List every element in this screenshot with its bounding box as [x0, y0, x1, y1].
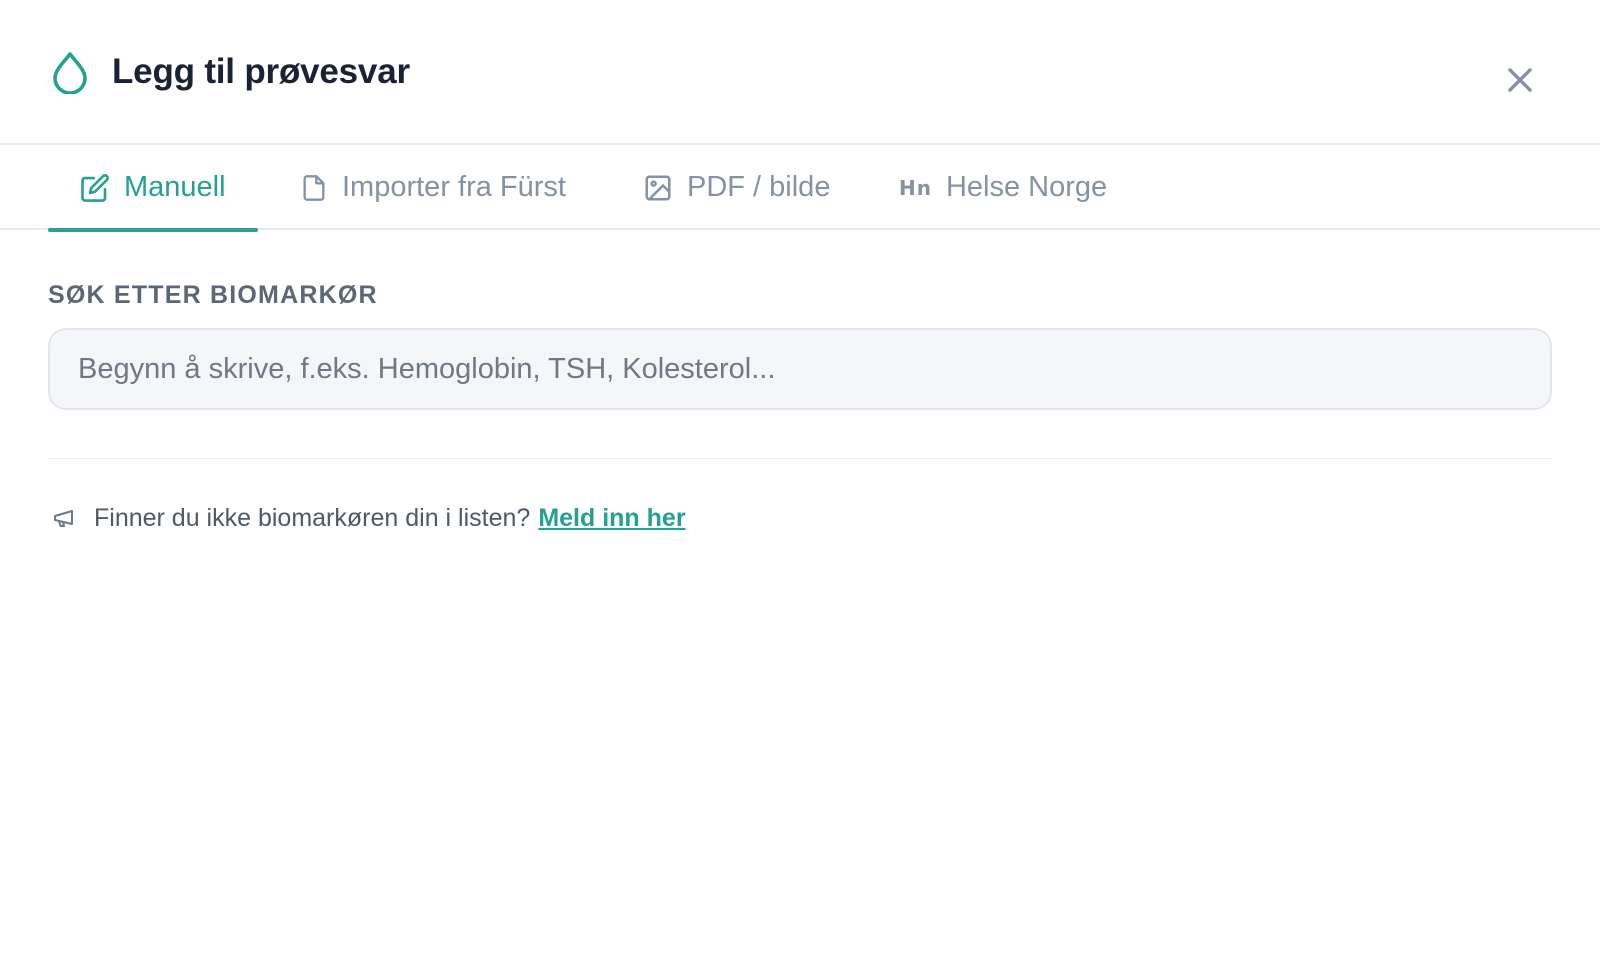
close-icon — [1508, 68, 1532, 92]
modal-title: Legg til prøvesvar — [112, 52, 410, 91]
report-biomarker-link[interactable]: Meld inn her — [538, 504, 685, 533]
tab-pdf-bilde[interactable]: PDF / bilde — [643, 145, 830, 230]
hn-logo-icon: Hn — [899, 175, 932, 200]
tab-label: Importer fra Fürst — [342, 171, 566, 203]
close-button[interactable] — [1498, 58, 1542, 102]
tab-label: PDF / bilde — [687, 171, 831, 203]
megaphone-icon — [52, 507, 78, 529]
note-text: Finner du ikke biomarkøren din i listen? — [94, 503, 531, 532]
tab-manuell[interactable]: Manuell — [48, 145, 258, 232]
file-icon — [300, 172, 328, 204]
tab-bar: Manuell Importer fra Fürst PDF / bilde H… — [0, 145, 1600, 232]
add-test-result-modal: Legg til prøvesvar Manuell Importer fra … — [0, 0, 1600, 966]
droplet-icon — [50, 50, 90, 95]
biomarker-search-input[interactable] — [48, 328, 1552, 410]
search-label: SØK ETTER BIOMARKØR — [48, 281, 378, 309]
image-icon — [643, 173, 673, 203]
missing-biomarker-note: Finner du ikke biomarkøren din i listen?… — [52, 500, 686, 536]
modal-header: Legg til prøvesvar — [0, 0, 1600, 145]
tab-label: Manuell — [124, 171, 226, 203]
tab-label: Helse Norge — [945, 171, 1108, 203]
tab-importer-furst[interactable]: Importer fra Fürst — [300, 145, 566, 230]
divider — [48, 458, 1552, 459]
tab-helse-norge[interactable]: Hn Helse Norge — [899, 145, 1107, 230]
edit-icon — [80, 173, 110, 203]
